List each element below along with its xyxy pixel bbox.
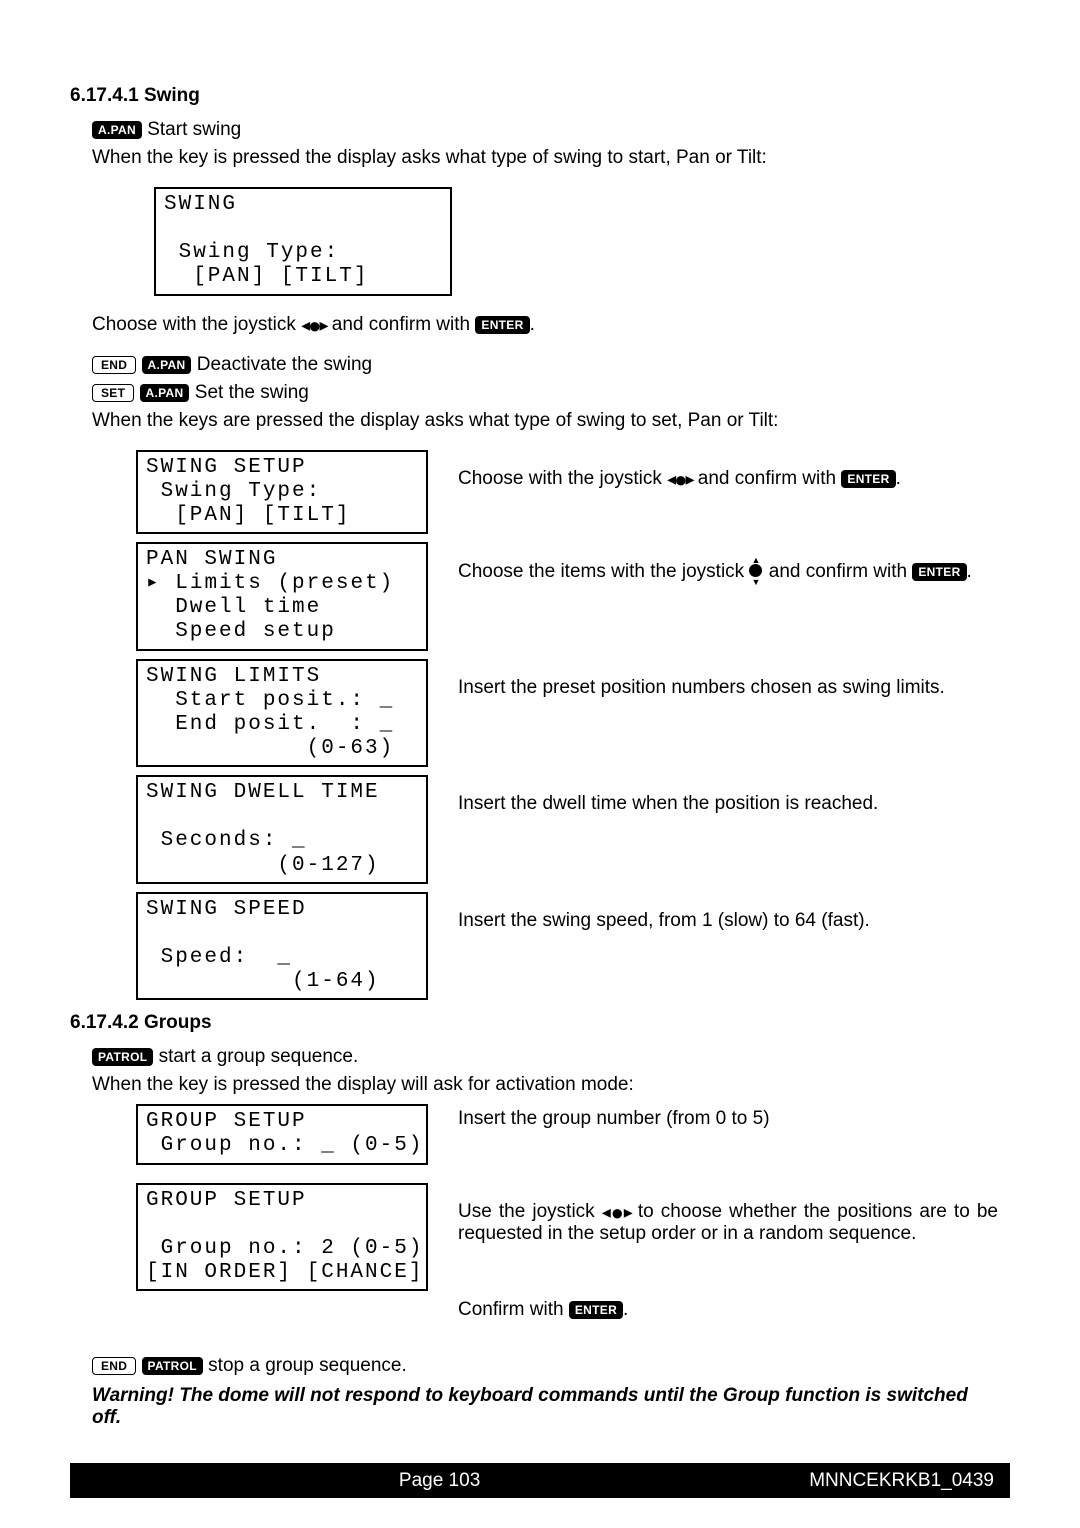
swing-dwell-desc: Insert the dwell time when the position … <box>458 775 1010 815</box>
confirm-line: Confirm with ENTER. <box>458 1299 1010 1321</box>
enter-button-3[interactable]: ENTER <box>912 563 966 581</box>
lcd-swing: SWING Swing Type: [PAN] [TILT] <box>154 187 452 296</box>
psd-mid: and confirm with <box>763 561 912 582</box>
lcd-group-setup-1: GROUP SETUP Group no.: _ (0-5) <box>136 1104 428 1164</box>
lcd-swing-setup: SWING SETUP Swing Type: [PAN] [TILT] <box>136 450 428 534</box>
enter-button-4[interactable]: ENTER <box>569 1301 623 1319</box>
start-group-text: start a group sequence. <box>159 1046 359 1067</box>
groups-when-press-text: When the key is pressed the display will… <box>92 1074 1010 1096</box>
apan-button-3[interactable]: A.PAN <box>140 384 190 402</box>
choose-confirm-line: Choose with the joystick ◂●▸ and confirm… <box>92 314 1010 336</box>
ssd-pre: Choose with the joystick <box>458 468 667 489</box>
joystick-horizontal-icon: ◂●▸ <box>301 315 326 335</box>
lcd-swing-dwell: SWING DWELL TIME Seconds: _ (0-127) <box>136 775 428 884</box>
psd-pre: Choose the items with the joystick <box>458 561 749 582</box>
confirm-pre: Confirm with <box>458 1299 569 1320</box>
joystick-horizontal-icon-3: ◂●▸ <box>602 1202 631 1222</box>
deactivate-text: Deactivate the swing <box>197 354 372 375</box>
lcd-pan-swing: PAN SWING ▸ Limits (preset) Dwell time S… <box>136 542 428 651</box>
lcd-swing-limits: SWING LIMITS Start posit.: _ End posit. … <box>136 659 428 768</box>
set-swing-text: Set the swing <box>195 382 309 403</box>
period4: . <box>623 1299 628 1320</box>
start-group-line: PATROL start a group sequence. <box>92 1046 1010 1068</box>
apan-button-2[interactable]: A.PAN <box>142 356 192 374</box>
stop-group-text: stop a group sequence. <box>208 1355 407 1376</box>
group-setup2-desc: Use the joystick ◂●▸ to choose whether t… <box>458 1183 1010 1245</box>
patrol-button-2[interactable]: PATROL <box>142 1357 203 1375</box>
enter-button-2[interactable]: ENTER <box>841 470 895 488</box>
joystick-vertical-icon <box>749 560 763 582</box>
lcd-swing-speed: SWING SPEED Speed: _ (1-64) <box>136 892 428 1001</box>
end-button-2[interactable]: END <box>92 1357 136 1375</box>
ssd-mid: and confirm with <box>692 468 841 489</box>
start-swing-line: A.PAN Start swing <box>92 119 1010 141</box>
group-setup1-desc: Insert the group number (from 0 to 5) <box>458 1104 1010 1130</box>
swing-speed-desc: Insert the swing speed, from 1 (slow) to… <box>458 892 1010 932</box>
set-button[interactable]: SET <box>92 384 134 402</box>
section-heading-swing: 6.17.4.1 Swing <box>70 85 1010 107</box>
gs2-pre: Use the joystick <box>458 1201 602 1222</box>
joystick-horizontal-icon-2: ◂●▸ <box>667 469 692 489</box>
when-keys-text: When the keys are pressed the display as… <box>92 410 1010 432</box>
swing-when-press-text: When the key is pressed the display asks… <box>92 147 1010 169</box>
start-swing-text: Start swing <box>147 119 241 140</box>
footer-doc-id: MNNCEKRKB1_0439 <box>809 1470 1010 1492</box>
deactivate-line: END A.PAN Deactivate the swing <box>92 354 1010 376</box>
end-button[interactable]: END <box>92 356 136 374</box>
lcd-group-setup-2: GROUP SETUP Group no.: 2 (0-5) [IN ORDER… <box>136 1183 428 1292</box>
choose-pre: Choose with the joystick <box>92 314 301 335</box>
enter-button[interactable]: ENTER <box>475 316 529 334</box>
stop-group-line: END PATROL stop a group sequence. <box>92 1355 1010 1377</box>
pan-swing-desc: Choose the items with the joystick and c… <box>458 542 1010 583</box>
swing-setup-desc: Choose with the joystick ◂●▸ and confirm… <box>458 450 1010 490</box>
footer-page-number: Page 103 <box>70 1470 809 1492</box>
patrol-button[interactable]: PATROL <box>92 1048 153 1066</box>
set-swing-line: SET A.PAN Set the swing <box>92 382 1010 404</box>
swing-limits-desc: Insert the preset position numbers chose… <box>458 659 1010 699</box>
apan-button[interactable]: A.PAN <box>92 121 142 139</box>
choose-mid: and confirm with <box>326 314 475 335</box>
page-footer: Page 103 MNNCEKRKB1_0439 <box>70 1463 1010 1500</box>
period3: . <box>967 561 972 582</box>
period: . <box>530 314 535 335</box>
warning-text: Warning! The dome will not respond to ke… <box>92 1385 988 1429</box>
period2: . <box>896 468 901 489</box>
section-heading-groups: 6.17.4.2 Groups <box>70 1012 1010 1034</box>
